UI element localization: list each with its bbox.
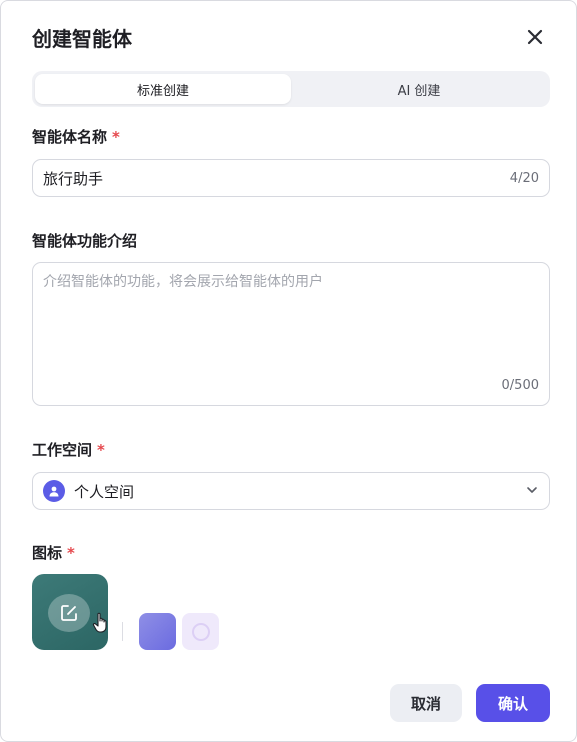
name-label-text: 智能体名称 [32,128,108,146]
required-mark: * [97,441,105,459]
cancel-button[interactable]: 取消 [390,684,462,722]
hand-cursor-icon [92,612,110,638]
description-textarea[interactable]: 介绍智能体的功能，将会展示给智能体的用户 0/500 [32,262,550,406]
description-counter: 0/500 [501,378,539,393]
workspace-label-text: 工作空间 [32,441,93,459]
icon-divider [122,622,123,641]
required-mark: * [112,128,120,146]
workspace-label: 工作空间 * [32,439,105,460]
creation-mode-tabs: 标准创建 AI 创建 [32,71,550,107]
create-agent-dialog: 创建智能体 标准创建 AI 创建 智能体名称 * 旅行助手 4/20 智能体功能介… [0,0,577,742]
name-label: 智能体名称 * [32,126,120,147]
agent-name-input[interactable]: 旅行助手 4/20 [32,159,550,197]
icon-label-text: 图标 [32,544,63,562]
description-label: 智能体功能介绍 [32,232,138,250]
edit-icon[interactable] [48,594,90,632]
agent-name-value: 旅行助手 [43,169,104,188]
tab-ai-create[interactable]: AI 创建 [291,74,547,104]
close-icon[interactable] [523,25,547,49]
tab-standard-create[interactable]: 标准创建 [35,74,291,104]
icon-option-purple[interactable] [139,613,176,650]
description-placeholder: 介绍智能体的功能，将会展示给智能体的用户 [43,274,323,290]
agent-name-counter: 4/20 [509,170,539,186]
workspace-value: 个人空间 [74,482,135,501]
user-avatar-icon [43,480,65,502]
required-mark: * [67,544,75,562]
loading-ring-icon [191,622,210,641]
icon-option-light[interactable] [182,613,219,650]
workspace-select[interactable]: 个人空间 [32,472,550,510]
chevron-down-icon [525,482,539,501]
confirm-button[interactable]: 确认 [476,684,550,722]
dialog-title: 创建智能体 [32,27,132,51]
agent-icon-preview[interactable] [32,574,108,650]
icon-label: 图标 * [32,542,75,563]
